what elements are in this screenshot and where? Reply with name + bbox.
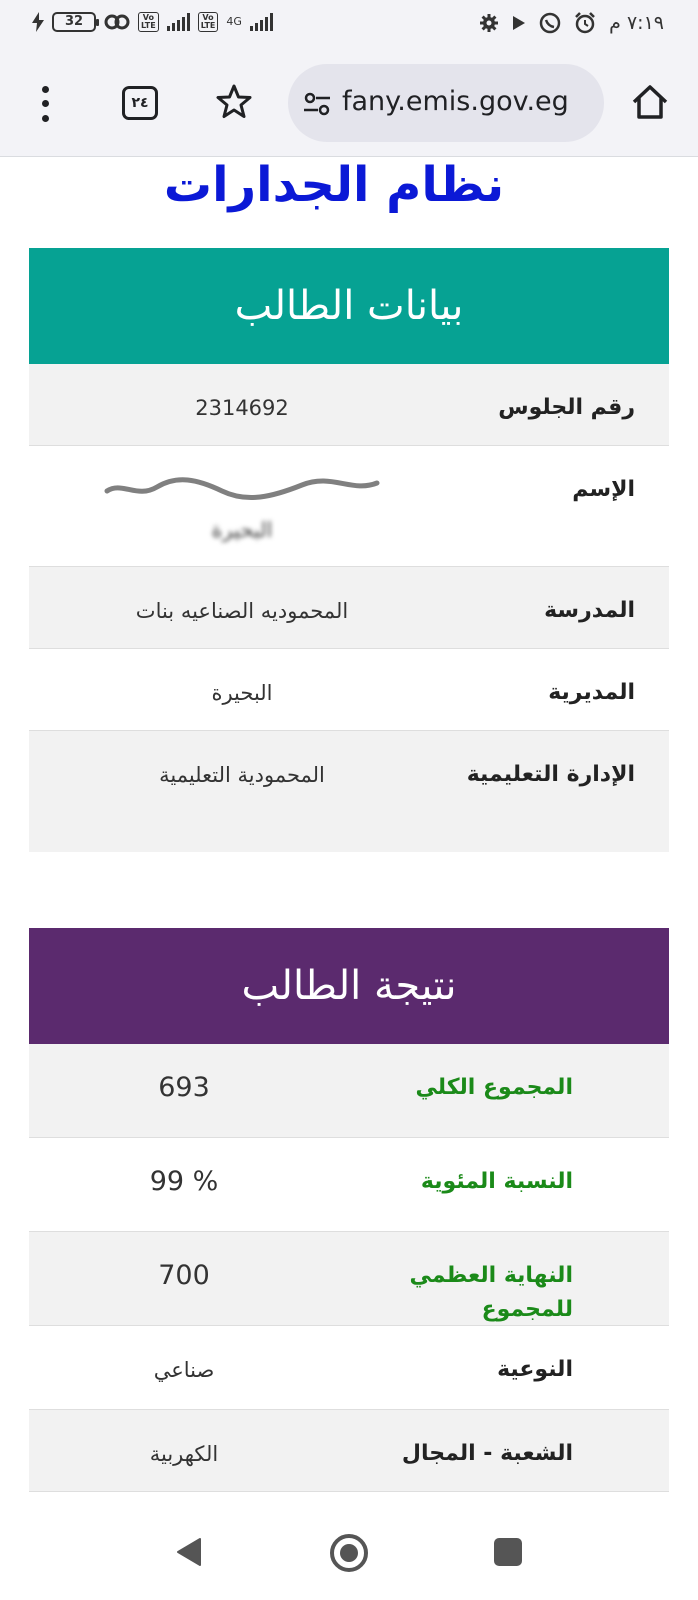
table-row: المديرية البحيرة	[29, 649, 669, 731]
link-icon	[104, 14, 130, 30]
signal-icon	[166, 13, 190, 31]
table-row: النهاية العظمي للمجموع 700	[29, 1232, 669, 1326]
max-total-value: 700	[158, 1260, 210, 1291]
name-value: البحيرة	[29, 446, 455, 566]
branch-label: الشعبة - المجال	[401, 1441, 573, 1466]
table-row: الإسم البحيرة	[29, 446, 669, 567]
table-row: رقم الجلوس 2314692	[29, 364, 669, 446]
table-row: النوعية صناعي	[29, 1326, 669, 1410]
table-row: الشعبة - المجال الكهربية	[29, 1410, 669, 1492]
percentage-value: 99 %	[149, 1166, 219, 1197]
type-label: النوعية	[497, 1357, 573, 1382]
directorate-label: المديرية	[548, 680, 635, 705]
recents-icon[interactable]	[494, 1538, 522, 1566]
type-value: صناعي	[153, 1358, 215, 1382]
navigation-bar	[0, 1500, 698, 1600]
alarm-icon	[575, 12, 596, 34]
edu-admin-value: المحمودية التعليمية	[159, 763, 325, 787]
home-icon[interactable]	[628, 80, 672, 124]
play-icon	[513, 16, 526, 30]
charging-icon	[32, 12, 44, 32]
menu-icon[interactable]	[30, 82, 60, 126]
edu-admin-label: الإدارة التعليمية	[466, 762, 635, 787]
star-icon[interactable]	[214, 82, 254, 122]
student-data-card: بيانات الطالب رقم الجلوس 2314692 الإسم ا…	[29, 248, 669, 852]
url-text[interactable]: fany.emis.gov.eg	[342, 86, 569, 117]
table-row: المجموع الكلي 693	[29, 1044, 669, 1138]
back-icon[interactable]	[174, 1536, 206, 1568]
total-label: المجموع الكلي	[415, 1075, 573, 1100]
battery-icon: 32	[52, 12, 99, 32]
school-value: المحموديه الصناعيه بنات	[135, 599, 349, 623]
battery-level: 32	[64, 14, 84, 29]
max-total-label: النهاية العظمي للمجموع	[409, 1263, 574, 1322]
page-title: نظام الجدارات	[163, 157, 505, 213]
student-data-header: بيانات الطالب	[29, 248, 669, 364]
status-left-icons: 32 Vo LTE Vo LTE 4G	[32, 12, 273, 32]
clock-time: ٧:١٩ م	[609, 12, 664, 34]
url-bar[interactable]: fany.emis.gov.eg	[288, 64, 604, 142]
seat-number-label: رقم الجلوس	[498, 395, 635, 420]
table-row: الإدارة التعليمية المحمودية التعليمية	[29, 731, 669, 852]
directorate-value: البحيرة	[211, 681, 273, 705]
settings-icon	[480, 14, 499, 32]
volte-icon: Vo LTE	[197, 12, 219, 32]
browser-toolbar: ٢٤ fany.emis.gov.eg	[0, 52, 698, 157]
status-bar: 32 Vo LTE Vo LTE 4G ٧:١٩ م	[0, 0, 698, 52]
table-row: النسبة المئوية 99 %	[29, 1138, 669, 1232]
school-label: المدرسة	[544, 598, 635, 623]
name-value-partial: البحيرة	[211, 518, 273, 542]
network-type: 4G	[226, 15, 242, 28]
table-row: المدرسة المحموديه الصناعيه بنات	[29, 567, 669, 649]
whatsapp-icon	[539, 12, 561, 34]
total-value: 693	[158, 1072, 210, 1103]
volte-icon: Vo LTE	[138, 12, 159, 32]
name-label: الإسم	[572, 477, 635, 502]
student-result-header: نتيجة الطالب	[29, 928, 669, 1044]
percentage-label: النسبة المئوية	[420, 1169, 573, 1194]
status-right-icons: ٧:١٩ م	[479, 12, 664, 34]
branch-value: الكهربية	[149, 1442, 219, 1466]
seat-number-value: 2314692	[195, 396, 289, 420]
site-settings-icon[interactable]	[302, 89, 332, 119]
redacted-name-scribble	[104, 477, 380, 501]
student-result-card: نتيجة الطالب المجموع الكلي 693 النسبة ال…	[29, 928, 669, 1492]
tabs-icon[interactable]: ٢٤	[122, 86, 158, 120]
home-circle-icon[interactable]	[328, 1532, 370, 1574]
signal-4g-icon	[249, 13, 273, 31]
